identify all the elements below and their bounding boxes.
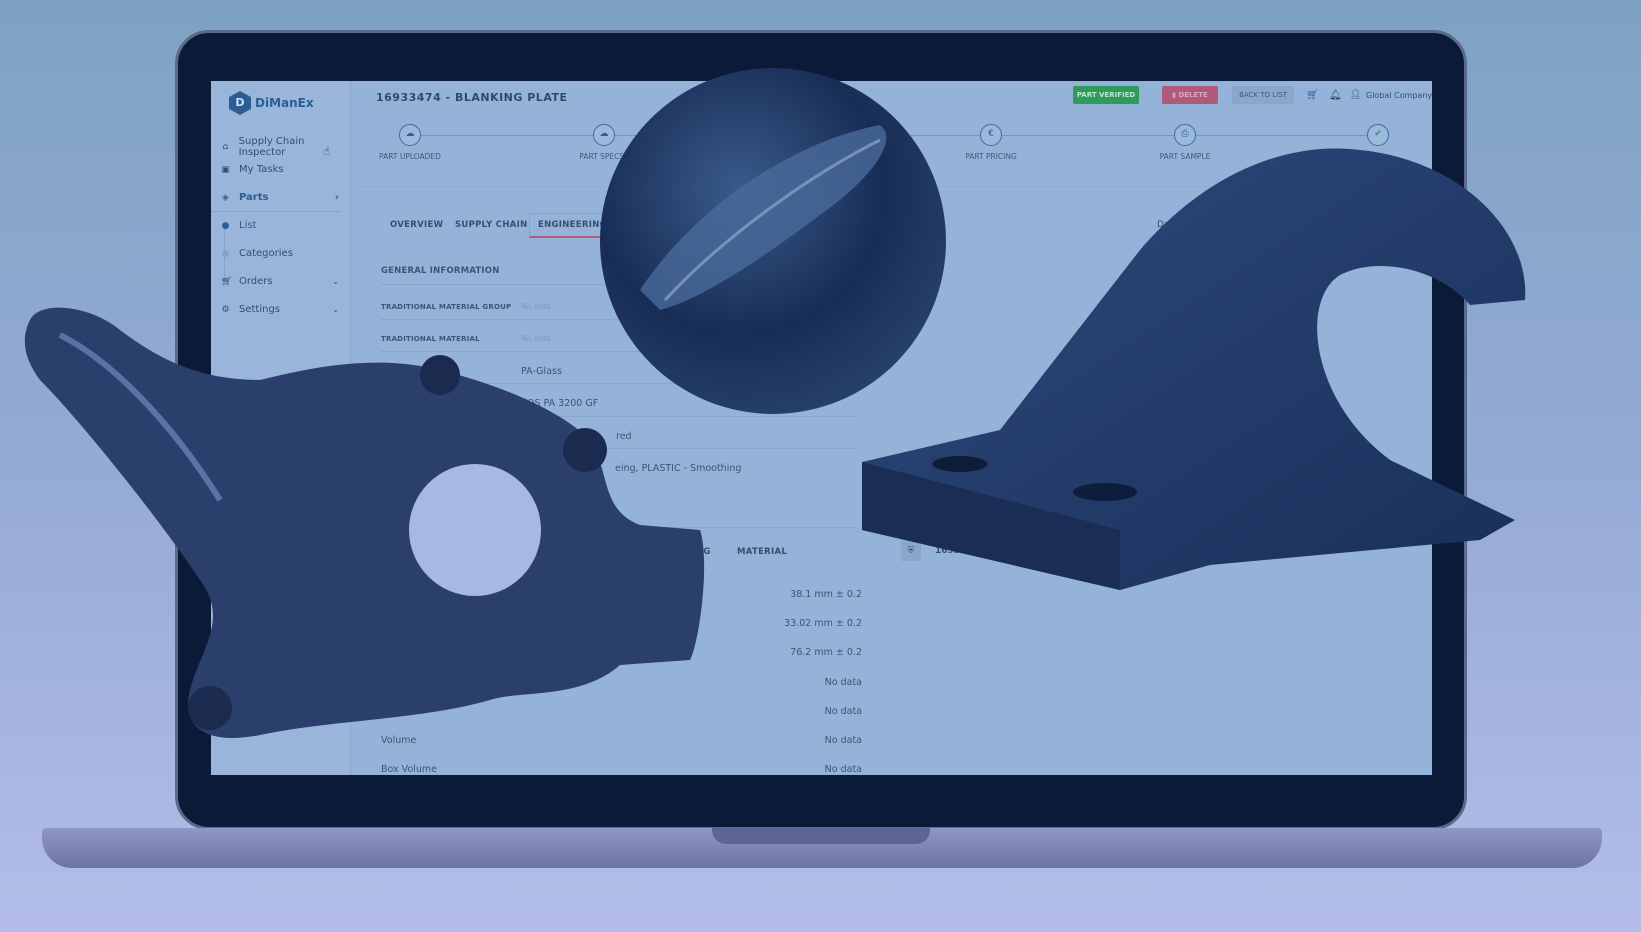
euro-icon: €: [980, 124, 1002, 146]
section-heading: L PROPERTIES: [421, 509, 491, 519]
field-value: No data: [521, 334, 551, 343]
delete-button[interactable]: ▮ DELETE: [1162, 86, 1218, 104]
cloud-upload-icon: ☁: [399, 124, 421, 146]
sidebar-item-categories[interactable]: ● Categories: [221, 248, 293, 259]
subtab-material[interactable]: MATERIAL: [737, 547, 787, 557]
sidebar-item-settings[interactable]: ⚙ Settings ⌄: [221, 304, 339, 315]
tab-overview[interactable]: OVERVIEW: [390, 220, 443, 230]
field-value: eing, PLASTIC - Smoothing: [615, 463, 742, 474]
divider: [381, 351, 856, 352]
dimension-label: Volume: [381, 735, 417, 746]
app-screen: D DiManEx ⌂ Supply Chain Inspector ▣ My Ta…: [211, 81, 1432, 775]
tab-supply-chain[interactable]: SUPPLY CHAIN: [455, 220, 528, 230]
clipboard-icon: ▣: [221, 164, 230, 175]
gear-icon: ⚙: [221, 304, 230, 315]
dimension-label: Box Volume: [381, 764, 438, 775]
back-to-list-button[interactable]: BACK TO LIST: [1232, 86, 1294, 104]
subtab-par[interactable]: PAR: [510, 547, 529, 557]
shield-icon: ⛨: [901, 541, 921, 561]
cart-icon: 🛒︎: [221, 276, 233, 287]
sidebar-item-supply-chain-inspector[interactable]: ⌂ Supply Chain Inspector: [221, 136, 350, 158]
divider: [211, 211, 341, 212]
company-name[interactable]: Global Company: [1366, 91, 1432, 100]
dimension-value: 38.1 mm ± 0.2: [790, 589, 862, 600]
printer-icon: ⎙: [1174, 124, 1196, 146]
part-verified-button[interactable]: PART VERIFIED: [1073, 86, 1139, 104]
dimension-value: No data: [824, 677, 862, 688]
laptop-notch: [712, 828, 930, 844]
field-value: EOS PA 3200 GF: [521, 398, 599, 409]
sidebar-item-label: Categories: [239, 248, 293, 259]
dimension-label: ce area: [381, 706, 417, 717]
sidebar-item-label: Supply Chain Inspector: [238, 136, 305, 158]
subtab-mass[interactable]: MASS: [467, 547, 495, 557]
section-heading: GENERAL INFORMATION: [381, 266, 500, 276]
tab-engineering[interactable]: ENGINEERING: [529, 213, 616, 238]
logo-icon: D: [229, 91, 251, 115]
chevron-right-icon: ›: [334, 192, 339, 203]
bullet-icon: ●: [221, 220, 230, 231]
dimension-value: 33.02 mm ± 0.2: [784, 618, 862, 629]
field-value: red: [616, 431, 632, 442]
data-label: Data co: [1157, 220, 1192, 230]
sidebar-item-label: Orders: [239, 276, 273, 287]
divider: [381, 416, 856, 417]
part-reference: 16933: [935, 546, 967, 556]
sidebar-item-label: List: [239, 220, 257, 231]
sidebar-item-orders[interactable]: 🛒︎ Orders ⌄: [221, 276, 339, 287]
sidebar-item-my-tasks[interactable]: ▣ My Tasks: [221, 164, 284, 175]
dimension-value: No data: [824, 764, 862, 775]
progress-line: [411, 135, 1381, 136]
sidebar: D DiManEx ⌂ Supply Chain Inspector ▣ My Ta…: [211, 81, 351, 775]
user-icon[interactable]: 👤︎: [1350, 90, 1361, 100]
field-label: AM MATE: [381, 368, 419, 376]
dimension-value: 76.2 mm ± 0.2: [790, 647, 862, 658]
logo[interactable]: D DiManEx: [229, 91, 314, 115]
subtab-dimensions[interactable]: IONS: [419, 547, 444, 564]
divider: [381, 319, 856, 320]
step-label: PART SAMPLE: [1159, 152, 1211, 161]
subtab-ng[interactable]: NG: [696, 547, 711, 557]
divider: [361, 186, 1411, 187]
step-label: PART SPECS I: [579, 152, 629, 161]
cloud-upload-icon: ☁: [593, 124, 615, 146]
sidebar-item-label: Settings: [239, 304, 281, 315]
chevron-down-icon: ⌄: [332, 305, 339, 314]
bell-icon[interactable]: 🔔︎: [1329, 90, 1342, 101]
page-title: 16933474 - BLANKING PLATE: [376, 91, 568, 104]
field-label: TRADITIONAL MATERIAL GROUP: [381, 303, 512, 311]
sidebar-item-label: My Tasks: [239, 164, 284, 175]
layers-icon: ◈: [222, 192, 229, 203]
field-value: PA-Glass: [521, 366, 562, 377]
sidebar-item-list[interactable]: ● List: [221, 220, 257, 231]
divider: [381, 448, 856, 449]
check-circle-icon: ✔: [1367, 124, 1389, 146]
field-value: No data: [521, 302, 551, 311]
step-label: PART UPLOADED: [379, 152, 441, 161]
step-label: PART PRICING: [965, 152, 1017, 161]
divider: [381, 527, 856, 528]
home-icon: ⌂: [222, 142, 229, 152]
dimension-value: No data: [824, 706, 862, 717]
divider: [381, 383, 856, 384]
dimension-value: No data: [824, 735, 862, 746]
sidebar-item-parts[interactable]: ◈ Parts ›: [221, 192, 339, 203]
divider: [381, 284, 856, 285]
cart-icon[interactable]: 🛒︎: [1306, 90, 1319, 101]
sidebar-item-label: Parts: [239, 192, 269, 203]
brand-name: DiManEx: [255, 96, 314, 110]
hand-cursor-icon: ☝: [323, 144, 331, 158]
bullet-icon: ●: [221, 248, 230, 259]
field-label: TRADITIONAL MATERIAL: [381, 335, 480, 343]
chevron-down-icon: ⌄: [332, 277, 339, 286]
